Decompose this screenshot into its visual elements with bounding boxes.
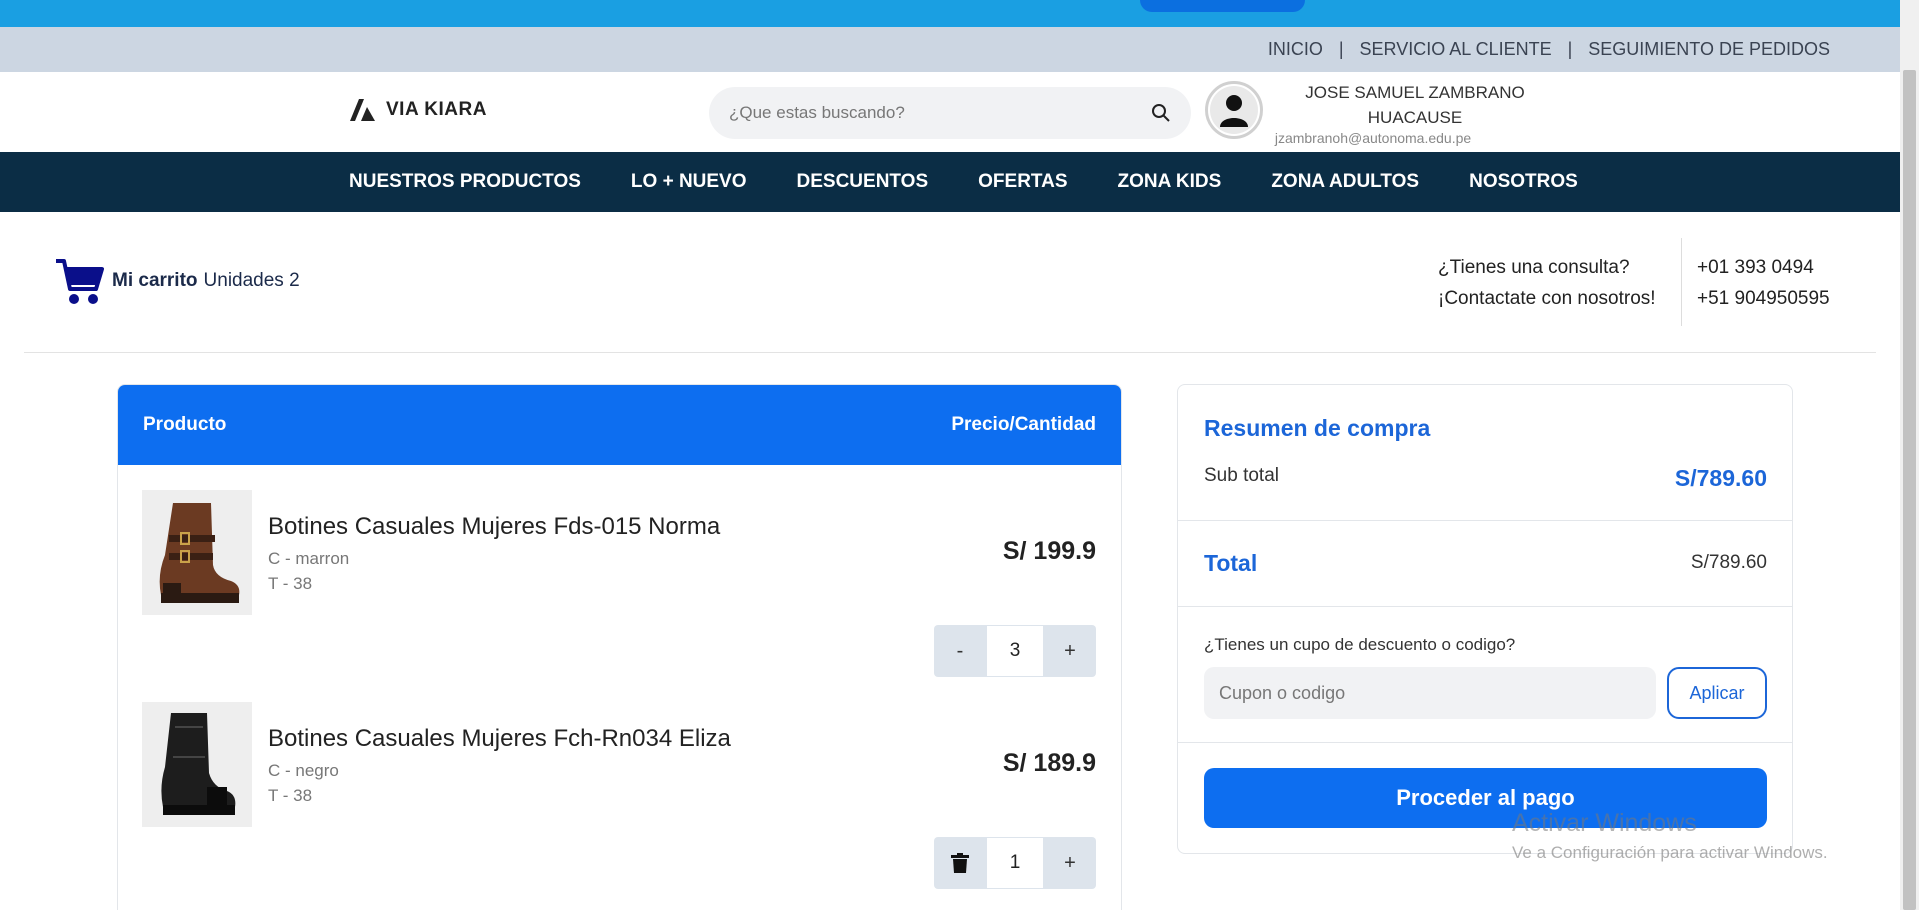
cart-item: Botines Casuales Mujeres Fds-015 Norma C… [118, 465, 1121, 677]
cart-heading: Mi carrito Unidades 2 [54, 255, 300, 307]
increment-button[interactable]: + [1044, 837, 1096, 889]
nav-item-descuentos[interactable]: DESCUENTOS [797, 171, 929, 193]
phone-1[interactable]: +01 393 0494 [1697, 252, 1830, 283]
brand-name: VIA KIARA [386, 99, 487, 120]
summary-title: Resumen de compra [1204, 415, 1431, 441]
cart-units: Unidades 2 [203, 270, 300, 291]
subtotal-value: S/789.60 [1674, 465, 1767, 491]
main-nav: NUESTROS PRODUCTOS LO + NUEVO DESCUENTOS… [0, 152, 1900, 212]
product-size: T - 38 [268, 786, 313, 805]
product-size: T - 38 [268, 574, 313, 593]
nav-item-ofertas[interactable]: OFERTAS [978, 171, 1067, 193]
product-image[interactable] [142, 702, 252, 827]
total-label: Total [1204, 550, 1258, 576]
quantity-stepper: 1 + [934, 837, 1096, 889]
util-separator: | [1338, 39, 1344, 59]
order-summary: Resumen de compra Sub total S/789.60 Tot… [1177, 384, 1793, 854]
decrement-button[interactable]: - [934, 625, 986, 677]
windows-watermark-subtitle: Ve a Configuración para activar Windows. [1512, 843, 1828, 862]
user-icon [1220, 95, 1248, 127]
contact-text: ¿Tienes una consulta? ¡Contactate con no… [1438, 252, 1656, 314]
page: INICIO | SERVICIO AL CLIENTE | SEGUIMIEN… [0, 0, 1919, 910]
quantity-value[interactable]: 3 [986, 625, 1044, 677]
increment-button[interactable]: + [1044, 625, 1096, 677]
cart-label: Mi carrito [112, 270, 198, 291]
subtotal-label: Sub total [1204, 465, 1279, 486]
util-link-servicio[interactable]: SERVICIO AL CLIENTE [1360, 39, 1552, 60]
nav-item-productos[interactable]: NUESTROS PRODUCTOS [349, 171, 581, 193]
utility-bar: INICIO | SERVICIO AL CLIENTE | SEGUIMIEN… [0, 27, 1900, 72]
coupon-question: ¿Tienes un cupo de descuento o codigo? [1204, 635, 1516, 654]
cart-table-header: Producto Precio/Cantidad [118, 385, 1121, 465]
util-link-seguimiento[interactable]: SEGUIMIENTO DE PEDIDOS [1588, 39, 1830, 60]
avatar-inner [1210, 86, 1258, 134]
page-scrollbar[interactable] [1900, 0, 1919, 910]
user-email: jzambranoh@autonoma.edu.pe [1274, 130, 1472, 146]
product-name[interactable]: Botines Casuales Mujeres Fch-Rn034 Eliza [268, 725, 731, 753]
avatar[interactable] [1205, 81, 1263, 139]
trash-icon [951, 853, 969, 873]
product-price: S/ 199.9 [1002, 537, 1096, 565]
brand-logo-icon [350, 99, 375, 121]
nav-item-zona-adultos[interactable]: ZONA ADULTOS [1271, 171, 1419, 193]
header: VIA KIARA JOSE SAMUEL ZAMBRANO HUACAUSE … [0, 72, 1900, 152]
top-strip-pill [1140, 0, 1305, 12]
shopping-cart-icon [56, 259, 104, 304]
phone-2[interactable]: +51 904950595 [1697, 283, 1830, 314]
col-product: Producto [143, 414, 227, 435]
nav-item-nosotros[interactable]: NOSOTROS [1469, 171, 1578, 193]
summary-divider [1178, 742, 1792, 743]
contact-line2: ¡Contactate con nosotros! [1438, 288, 1656, 309]
search-icon[interactable] [1151, 103, 1171, 123]
user-name-line1: JOSE SAMUEL ZAMBRANO [1305, 83, 1525, 102]
cart-table: Producto Precio/Cantidad Botines Casuale… [117, 384, 1122, 910]
user-name: JOSE SAMUEL ZAMBRANO HUACAUSE [1290, 80, 1540, 130]
col-price: Precio/Cantidad [951, 414, 1096, 435]
windows-watermark-title: Activar Windows [1512, 809, 1697, 837]
brown-boot-image [159, 502, 240, 603]
top-strip [0, 0, 1900, 27]
cart-item: Botines Casuales Mujeres Fch-Rn034 Eliza… [118, 677, 1121, 889]
contact-divider [1681, 238, 1682, 326]
summary-divider [1178, 520, 1792, 521]
scrollbar-thumb[interactable] [1903, 70, 1916, 910]
util-link-inicio[interactable]: INICIO [1268, 39, 1323, 60]
brand-logo[interactable]: VIA KIARA [350, 99, 487, 121]
contact-line1: ¿Tienes una consulta? [1438, 257, 1630, 278]
coupon-input[interactable] [1204, 667, 1656, 719]
product-color: C - negro [268, 761, 339, 780]
product-image[interactable] [142, 490, 252, 615]
total-value: S/789.60 [1690, 552, 1767, 573]
search-input[interactable] [729, 103, 1151, 123]
section-divider [24, 352, 1876, 353]
nav-item-nuevo[interactable]: LO + NUEVO [631, 171, 747, 193]
nav-item-zona-kids[interactable]: ZONA KIDS [1118, 171, 1222, 193]
product-color: C - marron [268, 549, 350, 568]
apply-coupon-button[interactable]: Aplicar [1667, 667, 1767, 719]
search-bar [709, 87, 1191, 139]
product-price: S/ 189.9 [1002, 749, 1096, 777]
util-separator: | [1567, 39, 1573, 59]
black-boot-image [161, 712, 236, 815]
product-name[interactable]: Botines Casuales Mujeres Fds-015 Norma [268, 513, 720, 541]
summary-divider [1178, 606, 1792, 607]
delete-button[interactable] [934, 837, 986, 889]
contact-phones: +01 393 0494 +51 904950595 [1697, 252, 1830, 314]
quantity-value[interactable]: 1 [986, 837, 1044, 889]
quantity-stepper: - 3 + [934, 625, 1096, 677]
user-name-line2: HUACAUSE [1367, 108, 1463, 127]
